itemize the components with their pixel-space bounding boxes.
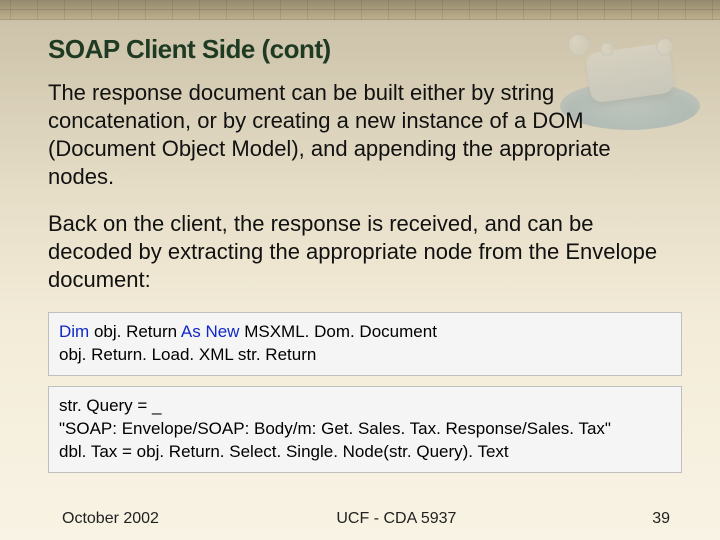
- code-block-1: Dim obj. Return As New MSXML. Dom. Docum…: [48, 312, 682, 376]
- footer-date: October 2002: [62, 510, 269, 528]
- top-brick-strip: [0, 0, 720, 20]
- code-block-2: str. Query = _ "SOAP: Envelope/SOAP: Bod…: [48, 386, 682, 473]
- paragraph-1: The response document can be built eithe…: [48, 79, 682, 192]
- code-line: obj. Return. Load. XML str. Return: [59, 344, 671, 367]
- code-line: "SOAP: Envelope/SOAP: Body/m: Get. Sales…: [59, 418, 671, 441]
- keyword-dim: Dim: [59, 322, 89, 341]
- slide-footer: October 2002 UCF - CDA 5937 39: [0, 510, 720, 528]
- code-line: dbl. Tax = obj. Return. Select. Single. …: [59, 441, 671, 464]
- slide-title: SOAP Client Side (cont): [48, 34, 682, 65]
- code-text: MSXML. Dom. Document: [239, 322, 436, 341]
- keyword-as-new: As New: [181, 322, 240, 341]
- footer-course: UCF - CDA 5937: [269, 510, 524, 528]
- paragraph-2: Back on the client, the response is rece…: [48, 210, 682, 294]
- slide-body: SOAP Client Side (cont) The response doc…: [0, 20, 720, 540]
- code-line: Dim obj. Return As New MSXML. Dom. Docum…: [59, 321, 671, 344]
- footer-page-number: 39: [524, 510, 670, 528]
- code-text: obj. Return: [89, 322, 181, 341]
- code-line: str. Query = _: [59, 395, 671, 418]
